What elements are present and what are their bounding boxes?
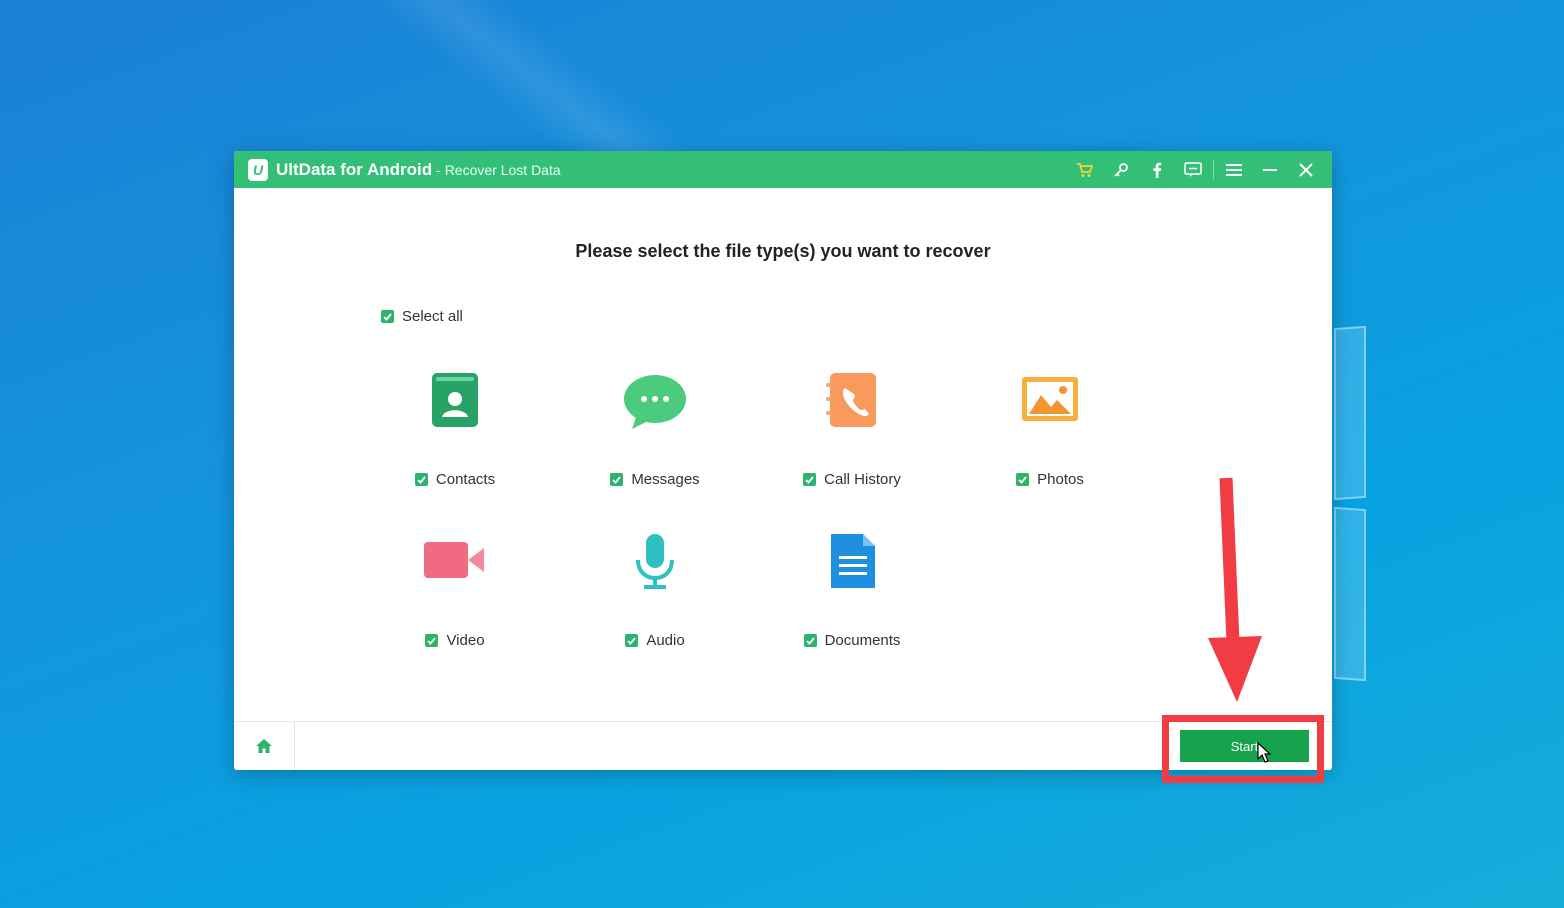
close-icon[interactable] (1288, 151, 1324, 188)
app-logo-icon: U (248, 158, 268, 181)
titlebar-separator (1213, 159, 1214, 180)
video-icon (424, 542, 484, 578)
file-type-label: Messages (631, 471, 700, 488)
file-type-messages[interactable]: Messages (575, 373, 735, 493)
checkbox-checked-icon[interactable] (1016, 473, 1030, 486)
audio-icon (636, 534, 674, 589)
checkbox-checked-icon[interactable] (803, 473, 817, 486)
checkbox-checked-icon[interactable] (414, 473, 428, 486)
checkbox-checked-icon[interactable] (803, 634, 817, 647)
app-window: U UltData for Android - Recover Lost Dat… (234, 151, 1332, 770)
mouse-cursor-icon (1257, 742, 1271, 763)
checkbox-checked-icon[interactable] (625, 634, 639, 647)
contacts-icon (432, 373, 478, 427)
checkbox-checked-icon (381, 310, 394, 323)
file-type-photos[interactable]: Photos (970, 373, 1130, 493)
file-type-documents[interactable]: Documents (772, 534, 932, 654)
select-all-label: Select all (402, 308, 463, 325)
cart-icon[interactable] (1067, 151, 1103, 188)
checkbox-checked-icon[interactable] (610, 473, 624, 486)
file-type-video[interactable]: Video (375, 534, 535, 654)
file-type-label: Audio (646, 632, 685, 649)
red-arrow-annotation (1208, 477, 1262, 702)
photos-icon (1022, 377, 1078, 421)
titlebar-controls (1067, 151, 1324, 188)
file-type-contacts[interactable]: Contacts (375, 373, 535, 493)
windows-logo-pane-top (1334, 325, 1366, 501)
file-type-label: Documents (824, 632, 901, 649)
file-type-label: Contacts (435, 471, 496, 488)
red-highlight-box (1162, 715, 1324, 783)
file-type-call-history[interactable]: Call History (772, 373, 932, 493)
file-type-audio[interactable]: Audio (575, 534, 735, 654)
documents-icon (831, 534, 875, 588)
feedback-icon[interactable] (1175, 151, 1211, 188)
facebook-icon[interactable] (1139, 151, 1175, 188)
titlebar: U UltData for Android - Recover Lost Dat… (234, 151, 1332, 188)
windows-logo-pane-bottom (1334, 506, 1366, 682)
menu-icon[interactable] (1216, 151, 1252, 188)
key-icon[interactable] (1103, 151, 1139, 188)
call-history-icon (826, 373, 876, 427)
messages-icon (624, 375, 686, 429)
app-name: UltData for Android (276, 159, 433, 179)
app-subtitle: - Recover Lost Data (436, 161, 561, 178)
page-title: Please select the file type(s) you want … (575, 241, 991, 261)
home-icon (256, 739, 272, 753)
file-type-label: Call History (824, 471, 901, 488)
file-type-label: Photos (1037, 471, 1084, 488)
minimize-icon[interactable] (1252, 151, 1288, 188)
select-all-checkbox[interactable]: Select all (381, 308, 463, 325)
home-button[interactable] (234, 722, 295, 770)
file-type-label: Video (446, 632, 485, 649)
checkbox-checked-icon[interactable] (425, 634, 439, 647)
